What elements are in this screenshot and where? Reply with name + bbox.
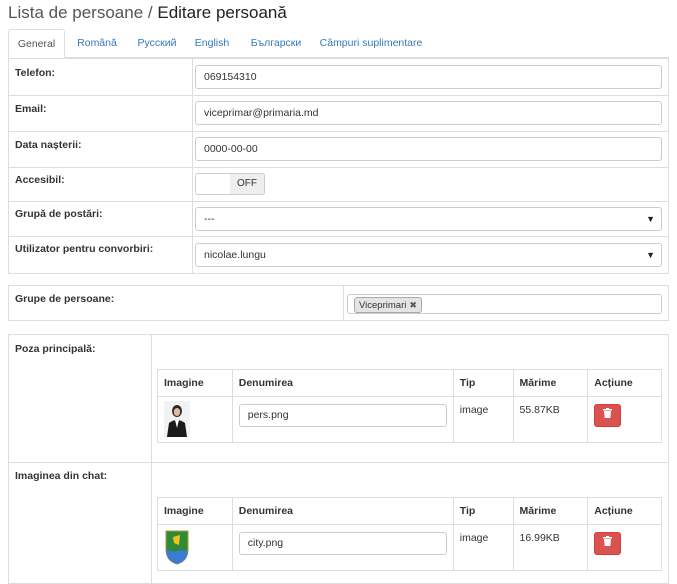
phone-label: Telefon: <box>15 67 56 79</box>
row-divider <box>9 236 668 237</box>
col-name: Denumirea <box>231 497 454 525</box>
size-cell: 55.87KB <box>512 396 589 443</box>
column-divider <box>151 335 152 583</box>
type-cell: image <box>452 524 514 571</box>
trash-icon <box>603 408 613 418</box>
close-icon[interactable]: ✖ <box>409 300 417 310</box>
breadcrumb-current: Editare persoană <box>157 3 287 22</box>
chat-image-table: Imagine Denumirea Tip Mărime Acțiune cit… <box>157 497 662 571</box>
type-cell: image <box>452 396 514 443</box>
image-cell <box>157 524 233 571</box>
caret-down-icon: ▼ <box>646 250 655 260</box>
row-divider <box>9 131 668 132</box>
tab-english[interactable]: English <box>188 29 236 57</box>
tab-romana[interactable]: Română <box>68 29 126 57</box>
col-image: Imagine <box>157 497 233 525</box>
page-title: Lista de persoane / Editare persoană <box>8 2 287 24</box>
city-coat-of-arms-thumbnail[interactable] <box>164 529 190 565</box>
phone-field[interactable]: 069154310 <box>195 65 662 89</box>
row-divider <box>9 462 668 463</box>
file-name-input[interactable]: pers.png <box>238 404 447 427</box>
size-cell: 16.99KB <box>512 524 589 571</box>
col-size: Mărime <box>512 497 589 525</box>
row-divider <box>9 167 668 168</box>
birthdate-label: Data nașterii: <box>15 139 82 151</box>
image-cell <box>157 396 233 443</box>
col-type: Tip <box>452 497 514 525</box>
tab-extra-fields[interactable]: Câmpuri suplimentare <box>316 29 426 57</box>
email-field[interactable]: viceprimar@primaria.md <box>195 101 662 125</box>
column-divider <box>192 59 193 273</box>
breadcrumb-parent[interactable]: Lista de persoane <box>8 3 143 22</box>
row-divider <box>9 95 668 96</box>
col-name: Denumirea <box>231 369 454 397</box>
tab-russian[interactable]: Русский <box>130 29 184 57</box>
person-photo-thumbnail[interactable] <box>164 401 190 437</box>
caret-down-icon: ▼ <box>646 214 655 224</box>
person-groups-input[interactable]: Viceprimari ✖ <box>347 294 662 314</box>
main-photo-table: Imagine Denumirea Tip Mărime Acțiune per… <box>157 369 662 443</box>
images-panel: Poza principală: Imagine Denumirea Tip M… <box>8 334 669 584</box>
tab-general[interactable]: General <box>8 29 65 58</box>
column-divider <box>343 286 344 320</box>
table-header-row: Imagine Denumirea Tip Mărime Acțiune <box>157 369 662 397</box>
action-cell <box>587 524 662 571</box>
group-tag: Viceprimari ✖ <box>354 297 422 313</box>
toggle-state: OFF <box>230 174 264 194</box>
tab-bar: General Română Русский English Български… <box>8 29 669 58</box>
tab-bulgarian[interactable]: Български <box>240 29 312 57</box>
col-action: Acțiune <box>587 369 662 397</box>
person-groups-label: Grupe de persoane: <box>15 293 115 305</box>
delete-button[interactable] <box>594 532 622 555</box>
action-cell <box>587 396 662 443</box>
birthdate-field[interactable]: 0000-00-00 <box>195 137 662 161</box>
col-action: Acțiune <box>587 497 662 525</box>
trash-icon <box>603 536 613 546</box>
accessible-label: Accesibil: <box>15 174 65 186</box>
toggle-knob <box>196 174 231 194</box>
file-name-input[interactable]: city.png <box>238 532 447 555</box>
posting-group-value: --- <box>204 213 215 225</box>
person-groups-panel: Grupe de persoane: Viceprimari ✖ <box>8 285 669 321</box>
posting-group-label: Grupă de postări: <box>15 208 103 220</box>
delete-button[interactable] <box>594 404 622 427</box>
main-photo-label: Poza principală: <box>15 343 96 355</box>
accessible-toggle[interactable]: OFF <box>195 173 265 195</box>
chat-user-select[interactable]: nicolae.lungu ▼ <box>195 243 662 267</box>
table-header-row: Imagine Denumirea Tip Mărime Acțiune <box>157 497 662 525</box>
breadcrumb-separator: / <box>147 3 153 22</box>
email-label: Email: <box>15 103 47 115</box>
chat-user-label: Utilizator pentru convorbiri: <box>15 243 154 255</box>
chat-user-value: nicolae.lungu <box>204 249 266 261</box>
chat-image-label: Imaginea din chat: <box>15 470 108 482</box>
row-divider <box>9 201 668 202</box>
col-image: Imagine <box>157 369 233 397</box>
col-size: Mărime <box>512 369 589 397</box>
group-tag-label: Viceprimari <box>359 300 407 311</box>
posting-group-select[interactable]: --- ▼ <box>195 207 662 231</box>
name-cell: pers.png <box>231 396 454 443</box>
table-row: pers.png image 55.87KB <box>157 396 662 443</box>
table-row: city.png image 16.99KB <box>157 524 662 571</box>
name-cell: city.png <box>231 524 454 571</box>
general-form-panel: Telefon: 069154310 Email: viceprimar@pri… <box>8 58 669 274</box>
col-type: Tip <box>452 369 514 397</box>
